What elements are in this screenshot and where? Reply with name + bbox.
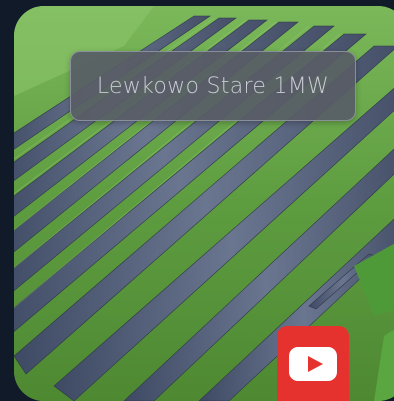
video-title: Lewkowo Stare 1MW: [96, 73, 330, 99]
video-title-overlay: Lewkowo Stare 1MW: [70, 51, 356, 121]
youtube-play-icon: [289, 346, 337, 381]
youtube-play-button[interactable]: [277, 326, 349, 401]
video-thumbnail[interactable]: Lewkowo Stare 1MW: [14, 6, 394, 401]
